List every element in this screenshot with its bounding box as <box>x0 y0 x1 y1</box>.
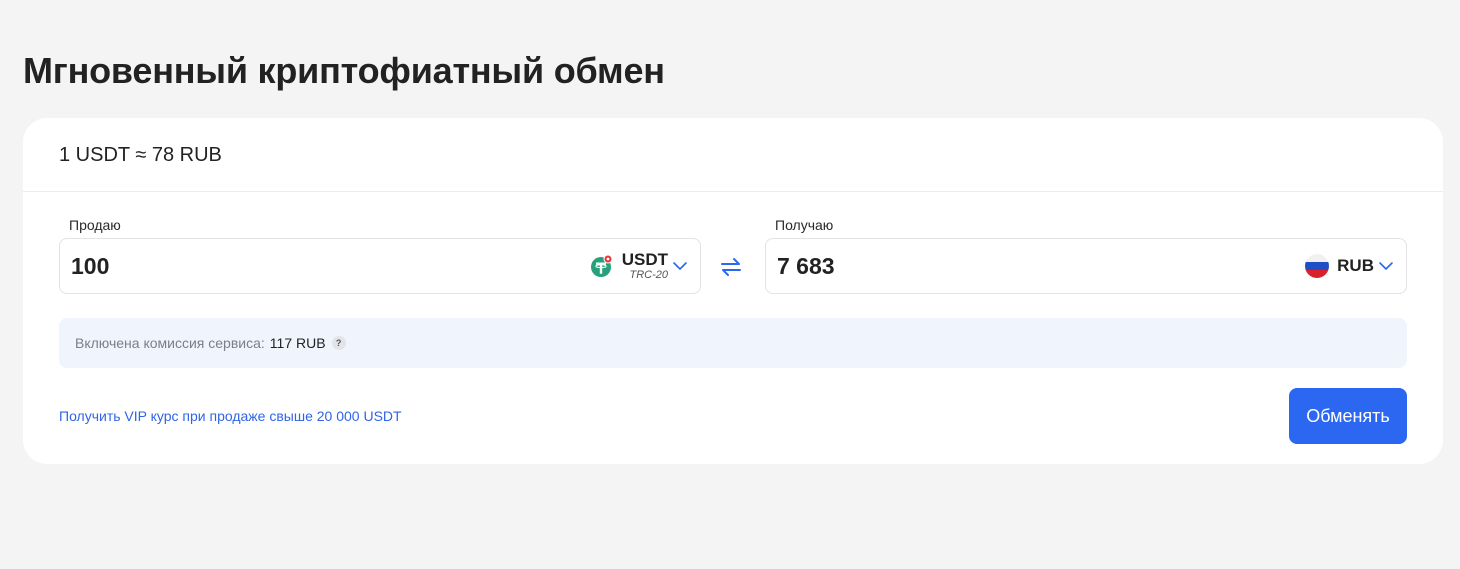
receive-label: Получаю <box>775 217 834 233</box>
sell-currency-code: USDT <box>621 250 668 269</box>
receive-currency-code: RUB <box>1337 256 1374 275</box>
sell-amount-input[interactable]: 100 <box>71 253 109 280</box>
commission-value: 117 RUB <box>269 335 326 351</box>
receive-amount-input[interactable]: 7 683 <box>777 253 835 280</box>
sell-currency-select[interactable]: USDT TRC-20 <box>590 239 688 293</box>
commission-label: Включена комиссия сервиса: <box>75 335 265 351</box>
receive-field[interactable]: 7 683 RUB <box>765 238 1407 294</box>
exchange-rate: 1 USDT ≈ 78 RUB <box>59 144 222 166</box>
exchange-button[interactable]: Обменять <box>1289 388 1407 444</box>
divider <box>23 191 1443 192</box>
exchange-card: 1 USDT ≈ 78 RUB Продаю 100 USDT TRC-20 П… <box>23 118 1443 464</box>
tether-icon <box>590 254 613 277</box>
sell-network: TRC-20 <box>629 269 668 281</box>
vip-rate-link[interactable]: Получить VIP курс при продаже свыше 20 0… <box>59 408 402 424</box>
sell-label: Продаю <box>69 217 121 233</box>
page-title: Мгновенный криптофиатный обмен <box>23 50 665 91</box>
help-icon[interactable]: ? <box>331 336 346 350</box>
russia-flag-icon <box>1305 254 1330 278</box>
chevron-down-icon <box>673 262 687 270</box>
chevron-down-icon <box>1379 262 1393 270</box>
receive-currency-select[interactable]: RUB <box>1305 239 1394 293</box>
swap-arrows-icon <box>721 258 741 276</box>
sell-field[interactable]: 100 USDT TRC-20 <box>59 238 701 294</box>
commission-info: Включена комиссия сервиса: 117 RUB ? <box>59 318 1407 368</box>
swap-button[interactable] <box>719 256 743 278</box>
